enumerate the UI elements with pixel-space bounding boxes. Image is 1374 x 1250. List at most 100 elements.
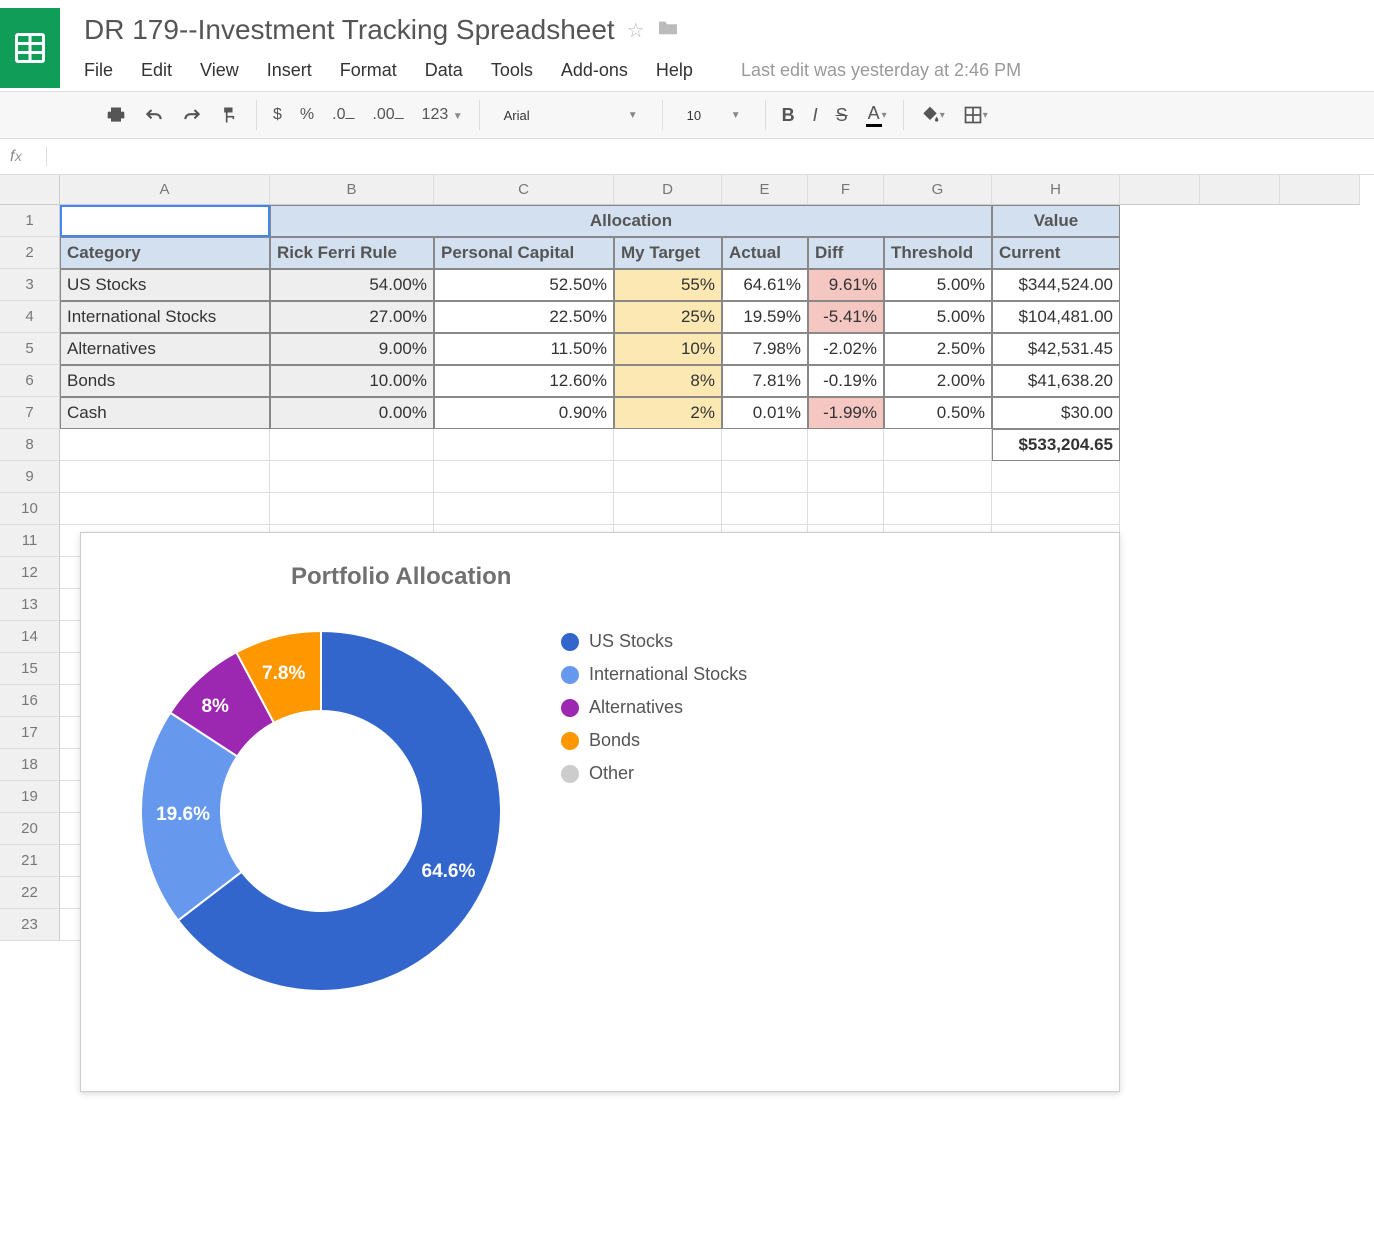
cell-target-4[interactable]: 2%	[614, 397, 722, 429]
chart-embed[interactable]: Portfolio Allocation 64.6%19.6%8%7.8% US…	[80, 532, 1120, 1092]
cell-C9[interactable]	[434, 461, 614, 493]
menu-insert[interactable]: Insert	[267, 60, 312, 81]
col-header-A[interactable]: A	[60, 175, 270, 205]
col-header-H[interactable]: H	[992, 175, 1120, 205]
hdr-rick[interactable]: Rick Ferri Rule	[270, 237, 434, 269]
menu-data[interactable]: Data	[425, 60, 463, 81]
cell-cur-2[interactable]: $42,531.45	[992, 333, 1120, 365]
cell-G9[interactable]	[884, 461, 992, 493]
text-color-button[interactable]: A ▾	[866, 103, 887, 127]
cell-allocation-header[interactable]: Allocation	[270, 205, 992, 237]
row-header-1[interactable]: 1	[0, 205, 60, 237]
font-size-select[interactable]: 10▼	[679, 108, 749, 123]
cell-E8[interactable]	[722, 429, 808, 461]
hdr-pc[interactable]: Personal Capital	[434, 237, 614, 269]
cell-A8[interactable]	[60, 429, 270, 461]
cell-E9[interactable]	[722, 461, 808, 493]
row-header-14[interactable]: 14	[0, 621, 60, 653]
cell-G8[interactable]	[884, 429, 992, 461]
cell-rick-3[interactable]: 10.00%	[270, 365, 434, 397]
cell-C10[interactable]	[434, 493, 614, 525]
row-header-10[interactable]: 10	[0, 493, 60, 525]
row-header-20[interactable]: 20	[0, 813, 60, 845]
hdr-category[interactable]: Category	[60, 237, 270, 269]
hdr-current[interactable]: Current	[992, 237, 1120, 269]
cell-cur-4[interactable]: $30.00	[992, 397, 1120, 429]
row-header-15[interactable]: 15	[0, 653, 60, 685]
cell-D8[interactable]	[614, 429, 722, 461]
cell-diff-3[interactable]: -0.19%	[808, 365, 884, 397]
row-header-13[interactable]: 13	[0, 589, 60, 621]
hdr-target[interactable]: My Target	[614, 237, 722, 269]
row-header-16[interactable]: 16	[0, 685, 60, 717]
cell-cat-1[interactable]: International Stocks	[60, 301, 270, 333]
cell-D9[interactable]	[614, 461, 722, 493]
cell-cat-2[interactable]: Alternatives	[60, 333, 270, 365]
cell-rick-0[interactable]: 54.00%	[270, 269, 434, 301]
hdr-diff[interactable]: Diff	[808, 237, 884, 269]
cell-A1[interactable]	[60, 205, 270, 237]
cell-cat-4[interactable]: Cash	[60, 397, 270, 429]
cell-total[interactable]: $533,204.65	[992, 429, 1120, 461]
menu-file[interactable]: File	[84, 60, 113, 81]
row-header-2[interactable]: 2	[0, 237, 60, 269]
cell-target-3[interactable]: 8%	[614, 365, 722, 397]
col-header-E[interactable]: E	[722, 175, 808, 205]
cell-C8[interactable]	[434, 429, 614, 461]
cell-D10[interactable]	[614, 493, 722, 525]
cell-diff-1[interactable]: -5.41%	[808, 301, 884, 333]
cell-F8[interactable]	[808, 429, 884, 461]
cell-target-1[interactable]: 25%	[614, 301, 722, 333]
cell-cur-1[interactable]: $104,481.00	[992, 301, 1120, 333]
cell-value-header[interactable]: Value	[992, 205, 1120, 237]
menu-help[interactable]: Help	[656, 60, 693, 81]
star-icon[interactable]: ☆	[627, 18, 645, 43]
cell-A10[interactable]	[60, 493, 270, 525]
row-header-17[interactable]: 17	[0, 717, 60, 749]
cell-actual-4[interactable]: 0.01%	[722, 397, 808, 429]
row-header-6[interactable]: 6	[0, 365, 60, 397]
cell-H10[interactable]	[992, 493, 1120, 525]
cell-F10[interactable]	[808, 493, 884, 525]
font-family-select[interactable]: Arial▼	[496, 108, 646, 123]
undo-icon[interactable]	[144, 106, 164, 124]
cell-pc-2[interactable]: 11.50%	[434, 333, 614, 365]
document-title[interactable]: DR 179--Investment Tracking Spreadsheet	[84, 14, 615, 46]
col-header-D[interactable]: D	[614, 175, 722, 205]
formula-input[interactable]	[46, 147, 1364, 166]
cell-actual-0[interactable]: 64.61%	[722, 269, 808, 301]
cell-H9[interactable]	[992, 461, 1120, 493]
percent-format-button[interactable]: %	[300, 106, 314, 124]
cell-rick-1[interactable]: 27.00%	[270, 301, 434, 333]
currency-format-button[interactable]: $	[273, 106, 282, 124]
cell-F9[interactable]	[808, 461, 884, 493]
cell-G10[interactable]	[884, 493, 992, 525]
menu-tools[interactable]: Tools	[491, 60, 533, 81]
cell-thr-1[interactable]: 5.00%	[884, 301, 992, 333]
row-header-5[interactable]: 5	[0, 333, 60, 365]
cell-A9[interactable]	[60, 461, 270, 493]
row-header-23[interactable]: 23	[0, 909, 60, 941]
folder-icon[interactable]	[657, 18, 679, 42]
bold-button[interactable]: B	[782, 105, 795, 126]
number-format-button[interactable]: 123 ▼	[422, 106, 463, 124]
print-icon[interactable]	[106, 105, 126, 125]
cell-actual-1[interactable]: 19.59%	[722, 301, 808, 333]
cell-thr-3[interactable]: 2.00%	[884, 365, 992, 397]
cell-cat-3[interactable]: Bonds	[60, 365, 270, 397]
cell-pc-3[interactable]: 12.60%	[434, 365, 614, 397]
row-header-12[interactable]: 12	[0, 557, 60, 589]
cell-cur-3[interactable]: $41,638.20	[992, 365, 1120, 397]
menu-view[interactable]: View	[200, 60, 239, 81]
cell-B10[interactable]	[270, 493, 434, 525]
hdr-actual[interactable]: Actual	[722, 237, 808, 269]
cell-rick-2[interactable]: 9.00%	[270, 333, 434, 365]
cell-diff-2[interactable]: -2.02%	[808, 333, 884, 365]
cell-B8[interactable]	[270, 429, 434, 461]
row-header-19[interactable]: 19	[0, 781, 60, 813]
cell-E10[interactable]	[722, 493, 808, 525]
row-header-8[interactable]: 8	[0, 429, 60, 461]
col-header-C[interactable]: C	[434, 175, 614, 205]
cell-diff-4[interactable]: -1.99%	[808, 397, 884, 429]
col-header-G[interactable]: G	[884, 175, 992, 205]
